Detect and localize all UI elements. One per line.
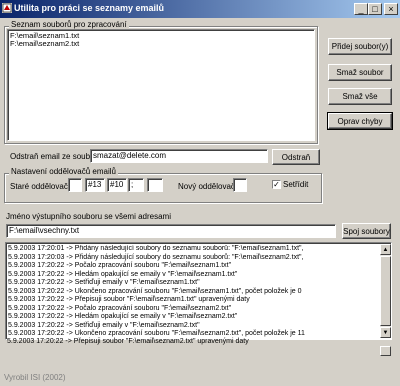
log-content: 5.9.2003 17:20:01 -> Přidány následující… — [8, 245, 378, 338]
add-files-button[interactable]: Přidej soubor(y) — [328, 38, 392, 55]
old-separators-label: Staré oddělovače — [10, 182, 73, 191]
log-hscrollbar[interactable] — [6, 346, 378, 356]
separators-group-label: Nastavení oddělovačů emailů — [9, 167, 118, 176]
sort-checkbox[interactable]: ✓ — [272, 180, 281, 189]
log-line: 5.9.2003 17:20:22 -> Setřiďuji emaily v … — [8, 321, 200, 329]
old-separator-field[interactable] — [68, 178, 82, 192]
maximize-button[interactable]: □ — [368, 3, 382, 15]
log-scrollbar[interactable]: ▲ ▼ — [380, 244, 391, 338]
output-file-input[interactable]: F:\email\vsechny.txt — [6, 224, 336, 238]
maximize-icon: □ — [372, 4, 378, 14]
new-separator-field[interactable] — [233, 178, 247, 192]
scroll-up-button[interactable]: ▲ — [380, 244, 391, 255]
scroll-down-button[interactable]: ▼ — [380, 327, 391, 338]
remove-all-button[interactable]: Smaž vše — [328, 88, 392, 105]
log-memo[interactable]: 5.9.2003 17:20:01 -> Přidány následující… — [5, 242, 392, 340]
files-listbox[interactable]: F:\email\seznam1.txt F:\email\seznam2.tx… — [7, 29, 315, 141]
log-line: 5.9.2003 17:20:01 -> Přidány následující… — [8, 245, 304, 252]
log-line: 5.9.2003 17:20:22 -> Počalo zpracování s… — [8, 304, 232, 312]
remove-email-input[interactable]: smazat@delete.com — [90, 149, 268, 163]
arrow-down-icon: ▼ — [382, 329, 389, 336]
remove-email-label: Odstraň email ze souborů — [10, 152, 102, 161]
checkmark-icon: ✓ — [273, 180, 280, 189]
output-file-label: Jméno výstupního souboru se všemi adresa… — [6, 212, 171, 221]
files-group-label: Seznam souborů pro zpracování — [9, 20, 129, 29]
sort-label: Setřídit — [283, 180, 309, 189]
scroll-thumb[interactable] — [380, 256, 391, 326]
app-icon — [2, 3, 12, 13]
log-line: 5.9.2003 17:20:22 -> Přepisuji soubor "F… — [8, 296, 250, 303]
close-icon: × — [388, 4, 394, 14]
minimize-button[interactable]: _ — [354, 3, 368, 15]
remove-file-button[interactable]: Smaž soubor — [328, 64, 392, 81]
window-title: Utilita pro práci se seznamy emailů — [14, 3, 165, 13]
remove-email-button[interactable]: Odstraň — [272, 149, 320, 165]
merge-files-button[interactable]: Spoj soubory — [342, 223, 391, 239]
fix-errors-button[interactable]: Oprav chyby — [327, 112, 393, 130]
title-bar[interactable]: Utilita pro práci se seznamy emailů _ □ … — [0, 0, 400, 18]
old-separator-field[interactable]: #13 — [85, 178, 105, 192]
scroll-corner — [380, 346, 391, 356]
log-line: 5.9.2003 17:20:22 -> Ukončeno zpracování… — [8, 330, 305, 337]
credit-text: Vyrobil ISI (2002) — [4, 373, 66, 382]
new-separator-label: Nový oddělovač — [178, 182, 235, 191]
log-line: 5.9.2003 17:20:22 -> Hledám opakující se… — [8, 270, 238, 278]
minimize-icon: _ — [358, 4, 364, 14]
log-line: 5.9.2003 17:20:22 -> Počalo zpracování s… — [8, 262, 232, 269]
log-line: 5.9.2003 17:20:03 -> Přidány následující… — [8, 253, 304, 261]
log-line: 5.9.2003 17:20:22 -> Ukončeno zpracování… — [8, 287, 302, 295]
log-line: 5.9.2003 17:20:22 -> Setřiďuji emaily v … — [8, 279, 200, 286]
log-line: 5.9.2003 17:20:22 -> Hledám opakující se… — [8, 313, 238, 320]
old-separator-field[interactable]: #10 — [107, 178, 127, 192]
list-item[interactable]: F:\email\seznam2.txt — [10, 40, 312, 48]
arrow-up-icon: ▲ — [382, 246, 389, 253]
old-separator-field[interactable] — [147, 178, 163, 192]
close-button[interactable]: × — [384, 3, 398, 15]
old-separator-field[interactable]: ; — [128, 178, 144, 192]
